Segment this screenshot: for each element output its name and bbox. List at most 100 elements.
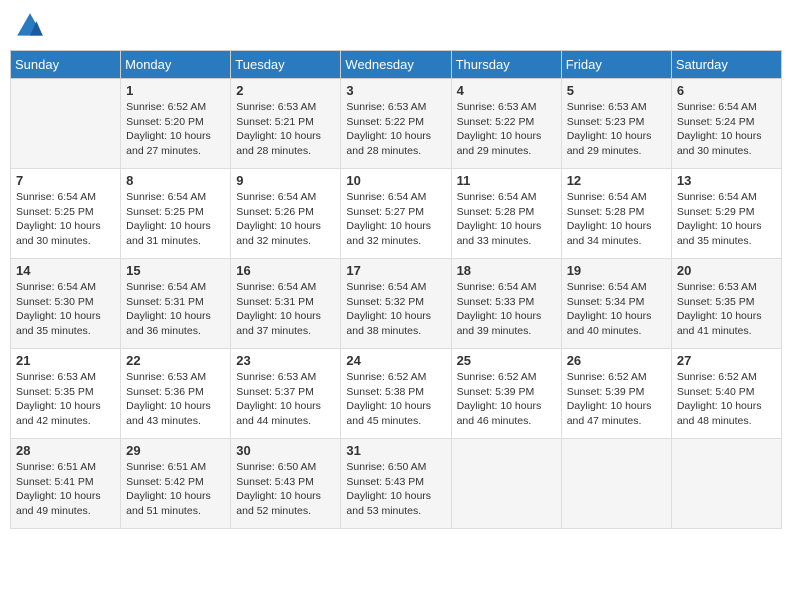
day-info: Sunrise: 6:53 AMSunset: 5:35 PMDaylight:…: [677, 280, 776, 339]
calendar-cell: 19Sunrise: 6:54 AMSunset: 5:34 PMDayligh…: [561, 259, 671, 349]
daylight-text: Daylight: 10 hours: [236, 220, 321, 232]
sunset-text: Sunset: 5:40 PM: [677, 386, 755, 398]
sunrise-text: Sunrise: 6:54 AM: [677, 191, 757, 203]
daylight-text: Daylight: 10 hours: [16, 490, 101, 502]
day-info: Sunrise: 6:54 AM Sunset: 5:28 PM Daylight:…: [457, 190, 556, 249]
daylight-text-cont: and 43 minutes.: [126, 415, 201, 427]
day-number: 3: [346, 83, 445, 98]
daylight-text: Daylight: 10 hours: [457, 220, 542, 232]
daylight-text: Daylight: 10 hours: [677, 310, 762, 322]
sunset-text: Sunset: 5:24 PM: [677, 116, 755, 128]
day-info: Sunrise: 6:52 AMSunset: 5:20 PMDaylight:…: [126, 100, 225, 159]
sunset-text: Sunset: 5:31 PM: [126, 296, 204, 308]
daylight-text: Daylight: 10 hours: [126, 400, 211, 412]
sunset-text: Sunset: 5:34 PM: [567, 296, 645, 308]
day-number: 16: [236, 263, 335, 278]
day-info: Sunrise: 6:54 AM Sunset: 5:31 PM Daylight:…: [236, 280, 335, 339]
sunrise-text: Sunrise: 6:53 AM: [236, 371, 316, 383]
sunset-text: Sunset: 5:37 PM: [236, 386, 314, 398]
calendar-cell: 27Sunrise: 6:52 AMSunset: 5:40 PMDayligh…: [671, 349, 781, 439]
sunrise-text: Sunrise: 6:51 AM: [126, 461, 206, 473]
day-number: 29: [126, 443, 225, 458]
sunset-text: Sunset: 5:32 PM: [346, 296, 424, 308]
sunrise-text: Sunrise: 6:54 AM: [236, 281, 316, 293]
daylight-text-cont: and 28 minutes.: [346, 145, 421, 157]
sunrise-text: Sunrise: 6:54 AM: [677, 101, 757, 113]
day-info: Sunrise: 6:52 AMSunset: 5:40 PMDaylight:…: [677, 370, 776, 429]
calendar-cell: 15Sunrise: 6:54 AMSunset: 5:31 PMDayligh…: [121, 259, 231, 349]
week-row-3: 14Sunrise: 6:54 AMSunset: 5:30 PMDayligh…: [11, 259, 782, 349]
daylight-text-cont: and 35 minutes.: [677, 235, 752, 247]
day-number: 8: [126, 173, 225, 188]
sunrise-text: Sunrise: 6:53 AM: [567, 101, 647, 113]
daylight-text: Daylight: 10 hours: [346, 220, 431, 232]
sunrise-text: Sunrise: 6:50 AM: [346, 461, 426, 473]
daylight-text-cont: and 44 minutes.: [236, 415, 311, 427]
daylight-text-cont: and 40 minutes.: [567, 325, 642, 337]
day-info: Sunrise: 6:54 AMSunset: 5:25 PMDaylight:…: [16, 190, 115, 249]
day-number: 5: [567, 83, 666, 98]
calendar-cell: 2Sunrise: 6:53 AMSunset: 5:21 PMDaylight…: [231, 79, 341, 169]
daylight-text-cont: and 29 minutes.: [457, 145, 532, 157]
daylight-text-cont: and 28 minutes.: [236, 145, 311, 157]
daylight-text-cont: and 32 minutes.: [236, 235, 311, 247]
calendar-cell: 5Sunrise: 6:53 AMSunset: 5:23 PMDaylight…: [561, 79, 671, 169]
day-number: 9: [236, 173, 335, 188]
sunset-text: Sunset: 5:27 PM: [346, 206, 424, 218]
day-number: 6: [677, 83, 776, 98]
day-info: Sunrise: 6:54 AMSunset: 5:33 PMDaylight:…: [457, 280, 556, 339]
header-friday: Friday: [561, 51, 671, 79]
sunrise-text: Sunrise: 6:52 AM: [677, 371, 757, 383]
sunset-text: Sunset: 5:31 PM: [236, 296, 314, 308]
day-info: Sunrise: 6:53 AMSunset: 5:37 PMDaylight:…: [236, 370, 335, 429]
daylight-text-cont: and 41 minutes.: [677, 325, 752, 337]
page-header: [10, 10, 782, 42]
calendar-cell: [561, 439, 671, 529]
header-thursday: Thursday: [451, 51, 561, 79]
day-info: Sunrise: 6:51 AMSunset: 5:41 PMDaylight:…: [16, 460, 115, 519]
sunset-text: Sunset: 5:25 PM: [16, 206, 94, 218]
day-number: 21: [16, 353, 115, 368]
sunset-text: Sunset: 5:28 PM: [457, 206, 535, 218]
daylight-text-cont: and 29 minutes.: [567, 145, 642, 157]
calendar-cell: 20Sunrise: 6:53 AMSunset: 5:35 PMDayligh…: [671, 259, 781, 349]
daylight-text: Daylight: 10 hours: [236, 310, 321, 322]
daylight-text: Daylight: 10 hours: [16, 400, 101, 412]
calendar-cell: 14Sunrise: 6:54 AMSunset: 5:30 PMDayligh…: [11, 259, 121, 349]
daylight-text: Daylight: 10 hours: [126, 220, 211, 232]
sunset-text: Sunset: 5:36 PM: [126, 386, 204, 398]
calendar-cell: 7Sunrise: 6:54 AMSunset: 5:25 PMDaylight…: [11, 169, 121, 259]
calendar-cell: 23Sunrise: 6:53 AMSunset: 5:37 PMDayligh…: [231, 349, 341, 439]
day-number: 15: [126, 263, 225, 278]
daylight-text-cont: and 39 minutes.: [457, 325, 532, 337]
daylight-text: Daylight: 10 hours: [457, 310, 542, 322]
calendar-table: SundayMondayTuesdayWednesdayThursdayFrid…: [10, 50, 782, 529]
sunrise-text: Sunrise: 6:53 AM: [236, 101, 316, 113]
daylight-text-cont: and 48 minutes.: [677, 415, 752, 427]
sunrise-text: Sunrise: 6:51 AM: [16, 461, 96, 473]
daylight-text: Daylight: 10 hours: [346, 490, 431, 502]
day-number: 26: [567, 353, 666, 368]
day-number: 11: [457, 173, 556, 188]
daylight-text: Daylight: 10 hours: [346, 400, 431, 412]
sunrise-text: Sunrise: 6:54 AM: [567, 281, 647, 293]
daylight-text-cont: and 42 minutes.: [16, 415, 91, 427]
day-number: 24: [346, 353, 445, 368]
calendar-cell: 30Sunrise: 6:50 AMSunset: 5:43 PMDayligh…: [231, 439, 341, 529]
day-number: 13: [677, 173, 776, 188]
sunset-text: Sunset: 5:35 PM: [677, 296, 755, 308]
logo: [14, 10, 50, 42]
calendar-cell: 16 Sunrise: 6:54 AM Sunset: 5:31 PM Dayligh…: [231, 259, 341, 349]
day-info: Sunrise: 6:54 AMSunset: 5:29 PMDaylight:…: [677, 190, 776, 249]
header-wednesday: Wednesday: [341, 51, 451, 79]
calendar-cell: 10Sunrise: 6:54 AMSunset: 5:27 PMDayligh…: [341, 169, 451, 259]
daylight-text: Daylight: 10 hours: [567, 310, 652, 322]
sunrise-text: Sunrise: 6:54 AM: [457, 191, 537, 203]
sunrise-text: Sunrise: 6:53 AM: [346, 101, 426, 113]
calendar-cell: 24Sunrise: 6:52 AMSunset: 5:38 PMDayligh…: [341, 349, 451, 439]
sunrise-text: Sunrise: 6:53 AM: [457, 101, 537, 113]
sunset-text: Sunset: 5:30 PM: [16, 296, 94, 308]
daylight-text-cont: and 34 minutes.: [567, 235, 642, 247]
daylight-text: Daylight: 10 hours: [677, 220, 762, 232]
week-row-5: 28Sunrise: 6:51 AMSunset: 5:41 PMDayligh…: [11, 439, 782, 529]
